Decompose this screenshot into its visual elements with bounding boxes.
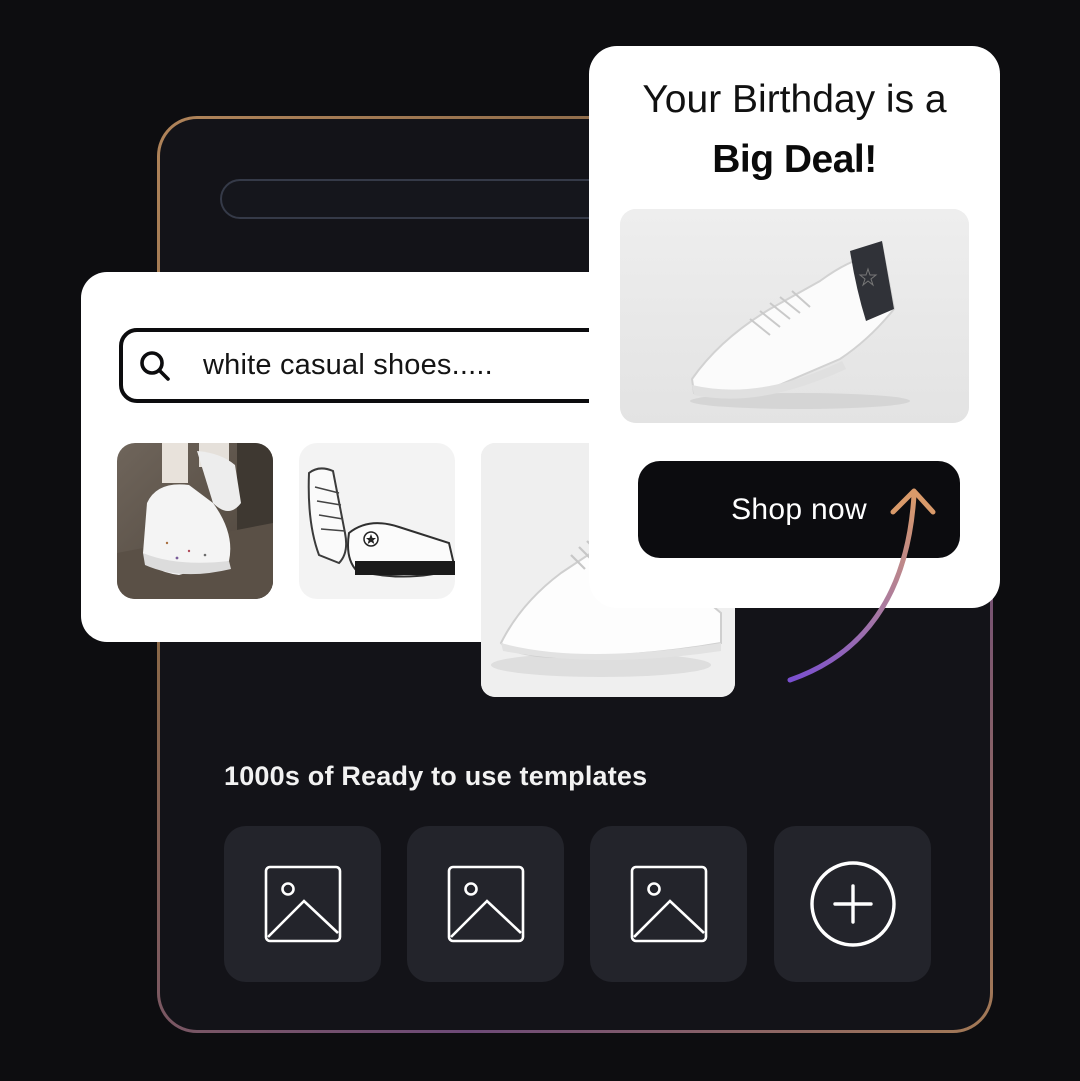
result-thumbnail-2[interactable] bbox=[299, 443, 455, 599]
templates-heading: 1000s of Ready to use templates bbox=[224, 761, 648, 791]
promo-highlight: Big Deal! bbox=[712, 138, 877, 181]
promo-title: Your Birthday is a bbox=[642, 78, 947, 121]
template-tile-3[interactable] bbox=[590, 826, 747, 982]
search-icon bbox=[140, 350, 170, 381]
promo-product-image bbox=[620, 209, 969, 423]
template-tile-2[interactable] bbox=[407, 826, 564, 982]
high-top-sneaker-image bbox=[299, 443, 455, 599]
promo-card: Your Birthday is a Big Deal! Shop now bbox=[589, 46, 1000, 608]
image-placeholder-icon bbox=[447, 865, 524, 943]
template-tile-1[interactable] bbox=[224, 826, 381, 982]
image-placeholder-icon bbox=[264, 865, 341, 943]
add-circle-icon bbox=[809, 861, 896, 947]
shop-now-button[interactable]: Shop now bbox=[638, 461, 960, 558]
white-sneaker-photo bbox=[620, 209, 969, 423]
add-template-tile[interactable] bbox=[774, 826, 931, 982]
sneaker-on-ground-image bbox=[117, 443, 273, 599]
result-thumbnail-1[interactable] bbox=[117, 443, 273, 599]
search-query-text: white casual shoes..... bbox=[203, 349, 493, 381]
canvas: white casual shoes..... Your Birthday is… bbox=[0, 0, 1080, 1081]
placeholder-address-bar bbox=[220, 179, 640, 219]
image-placeholder-icon bbox=[630, 865, 707, 943]
